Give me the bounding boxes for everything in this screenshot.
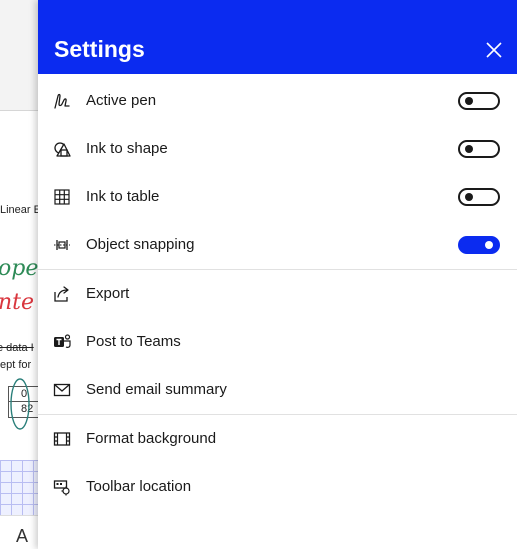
option-format-background[interactable]: Format background <box>38 415 517 463</box>
ink-loop <box>10 378 30 430</box>
action-send-email-summary[interactable]: Send email summary <box>38 366 517 414</box>
setting-label: Active pen <box>86 92 157 109</box>
canvas-text-fragment: e data I <box>0 342 34 354</box>
actions-section: Export Post to Teams Send email summary <box>38 270 517 414</box>
canvas-text-fragment: Linear E <box>0 204 38 216</box>
action-export[interactable]: Export <box>38 270 517 318</box>
snapping-icon <box>53 236 71 254</box>
options-section: Format background Toolbar location <box>38 415 517 511</box>
ink-to-shape-toggle[interactable] <box>458 140 500 158</box>
settings-header: Settings <box>38 0 517 74</box>
option-toolbar-location[interactable]: Toolbar location <box>38 463 517 511</box>
whiteboard-canvas[interactable]: Linear E ope nte e data I ept for 0 82 A <box>0 0 38 549</box>
pen-icon <box>53 92 71 110</box>
setting-ink-to-shape[interactable]: Ink to shape <box>38 125 517 173</box>
setting-ink-to-table[interactable]: Ink to table <box>38 173 517 221</box>
option-label: Toolbar location <box>86 478 192 495</box>
background-icon <box>53 430 71 448</box>
settings-panel: Settings Active pen Ink to shape Ink to … <box>38 0 517 549</box>
export-icon <box>53 285 71 303</box>
canvas-top-area <box>0 0 38 111</box>
canvas-text-fragment: ept for <box>0 359 32 371</box>
action-label: Send email summary <box>86 381 227 398</box>
mail-icon <box>53 381 71 399</box>
ink-stroke-green: ope <box>0 256 38 281</box>
toggle-section: Active pen Ink to shape Ink to table Obj… <box>38 77 517 269</box>
setting-label: Ink to table <box>86 188 160 205</box>
close-icon[interactable] <box>484 40 504 60</box>
ink-stroke-red: nte <box>0 290 35 315</box>
action-label: Export <box>86 285 130 302</box>
ink-to-table-toggle[interactable] <box>458 188 500 206</box>
settings-title: Settings <box>54 36 145 62</box>
teams-icon <box>53 333 71 351</box>
option-label: Format background <box>86 430 217 447</box>
action-post-to-teams[interactable]: Post to Teams <box>38 318 517 366</box>
setting-label: Ink to shape <box>86 140 168 157</box>
setting-active-pen[interactable]: Active pen <box>38 77 517 125</box>
setting-label: Object snapping <box>86 236 195 253</box>
toolbar-location-icon <box>53 478 71 496</box>
canvas-bottom-bar: A <box>0 515 38 549</box>
table-icon <box>53 188 71 206</box>
action-label: Post to Teams <box>86 333 181 350</box>
setting-object-snapping[interactable]: Object snapping <box>38 221 517 269</box>
grid-area <box>0 460 38 515</box>
object-snapping-toggle[interactable] <box>458 236 500 254</box>
canvas-letter: A <box>16 526 29 546</box>
active-pen-toggle[interactable] <box>458 92 500 110</box>
shapes-icon <box>53 140 71 158</box>
